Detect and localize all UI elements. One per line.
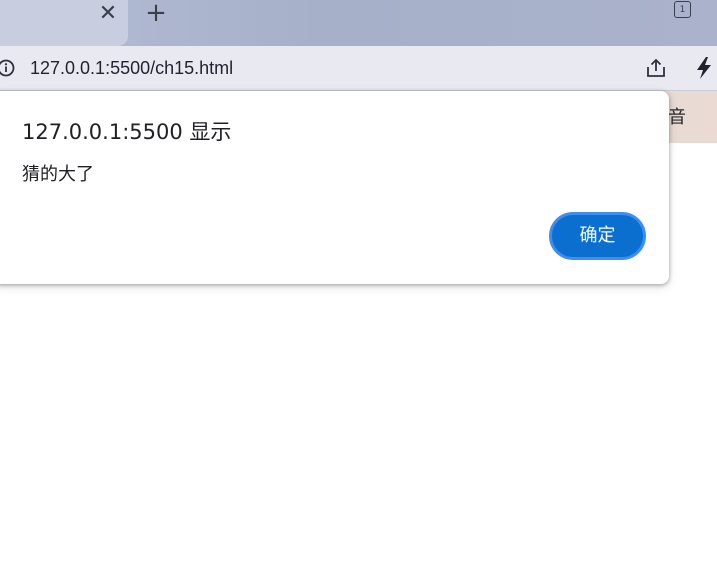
bolt-icon[interactable] (694, 56, 714, 80)
active-tab[interactable]: ✕ (0, 0, 128, 46)
new-tab-icon[interactable]: + (144, 0, 168, 26)
dialog-title: 127.0.0.1:5500 显示 (22, 120, 232, 144)
dialog-message: 猜的大了 (22, 164, 94, 185)
ok-button[interactable]: 确定 (549, 212, 646, 260)
url-field[interactable]: 127.0.0.1:5500/ch15.html (30, 57, 233, 79)
share-icon[interactable] (645, 57, 667, 79)
address-bar: 127.0.0.1:5500/ch15.html (0, 46, 717, 91)
page-banner-text: 音 (668, 107, 686, 128)
tab-counter-icon[interactable]: 1 (674, 1, 691, 18)
tab-strip: ✕ + 1 (0, 0, 717, 46)
alert-dialog: 127.0.0.1:5500 显示 猜的大了 确定 (0, 91, 669, 284)
info-icon[interactable] (0, 59, 15, 77)
tab-close-icon[interactable]: ✕ (96, 2, 120, 26)
